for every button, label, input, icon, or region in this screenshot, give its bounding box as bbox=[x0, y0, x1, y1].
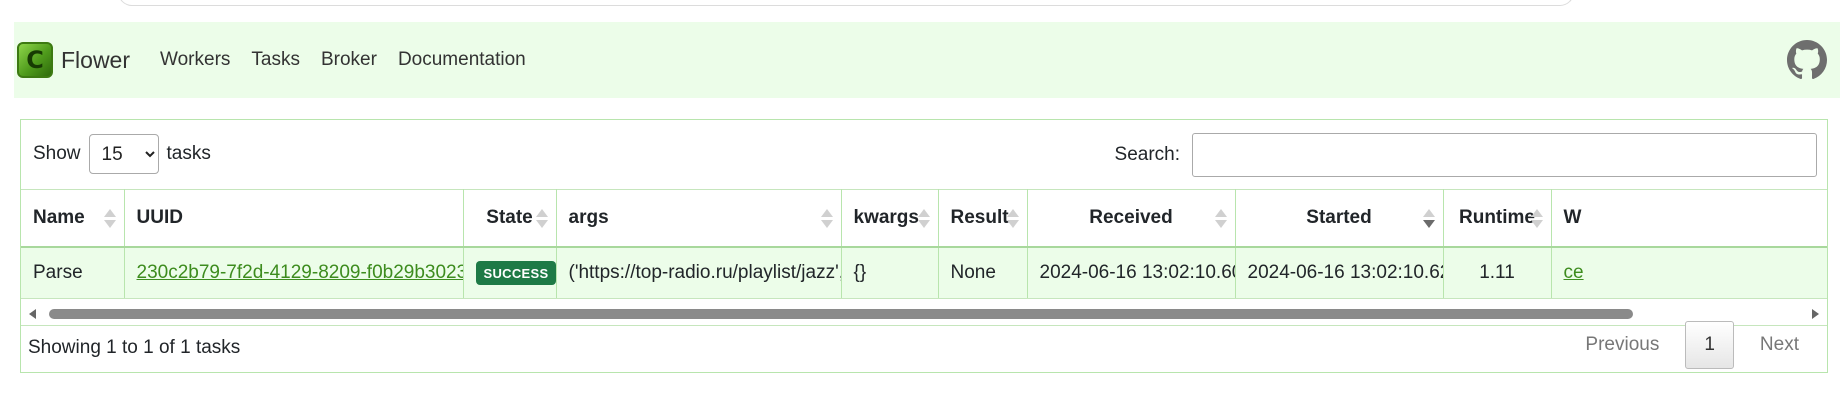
header-name[interactable]: Name bbox=[21, 189, 125, 248]
scrollbar-thumb[interactable] bbox=[49, 309, 1633, 319]
page-size-suffix: tasks bbox=[166, 143, 211, 164]
nav-link-documentation[interactable]: Documentation bbox=[398, 49, 526, 71]
header-state[interactable]: State bbox=[463, 189, 557, 248]
browser-top-strip bbox=[118, 0, 1574, 6]
sort-icon bbox=[1530, 209, 1543, 231]
tasks-table: Name UUID State args kwargs Result Recei… bbox=[21, 189, 1827, 299]
footer-divider bbox=[21, 325, 1827, 326]
sort-icon bbox=[917, 209, 930, 231]
status-badge: SUCCESS bbox=[475, 260, 555, 285]
pagination: Previous 1 Next bbox=[1567, 321, 1817, 369]
nav-link-tasks[interactable]: Tasks bbox=[251, 49, 300, 71]
cell-uuid: 230c2b79-7f2d-4129-8209-f0b29b302344 bbox=[124, 246, 464, 299]
worker-link[interactable]: ce bbox=[1564, 262, 1584, 283]
cell-state: SUCCESS bbox=[463, 246, 557, 299]
page-size-control: Show 15 tasks bbox=[33, 134, 211, 174]
cell-started: 2024-06-16 13:02:10.629 bbox=[1235, 246, 1444, 299]
scroll-left-arrow-icon[interactable] bbox=[29, 309, 36, 319]
brand[interactable]: C Flower bbox=[17, 42, 130, 78]
sort-icon bbox=[820, 209, 833, 231]
table-row: Parse 230c2b79-7f2d-4129-8209-f0b29b3023… bbox=[21, 246, 1827, 299]
nav-link-workers[interactable]: Workers bbox=[160, 49, 230, 71]
horizontal-scrollbar[interactable] bbox=[21, 304, 1827, 324]
cell-kwargs: {} bbox=[841, 246, 939, 299]
tasks-panel: Show 15 tasks Search: Name UUID State ar… bbox=[20, 119, 1828, 373]
header-runtime[interactable]: Runtime bbox=[1443, 189, 1552, 248]
nav-link-broker[interactable]: Broker bbox=[321, 49, 377, 71]
search-input[interactable] bbox=[1192, 133, 1817, 177]
nav-links: Workers Tasks Broker Documentation bbox=[160, 49, 547, 71]
sort-icon bbox=[535, 209, 548, 231]
tasks-table-wrapper: Name UUID State args kwargs Result Recei… bbox=[21, 189, 1827, 304]
previous-button[interactable]: Previous bbox=[1567, 322, 1677, 368]
navbar: C Flower Workers Tasks Broker Documentat… bbox=[14, 22, 1840, 98]
cell-result: None bbox=[938, 246, 1028, 299]
sort-icon bbox=[103, 209, 116, 231]
brand-name[interactable]: Flower bbox=[61, 47, 130, 74]
header-uuid[interactable]: UUID bbox=[124, 189, 464, 248]
cell-worker: ce bbox=[1551, 246, 1827, 299]
search-control: Search: bbox=[1115, 133, 1817, 177]
show-label: Show bbox=[33, 143, 81, 164]
header-args[interactable]: args bbox=[556, 189, 842, 248]
cell-received: 2024-06-16 13:02:10.609 bbox=[1027, 246, 1236, 299]
header-started[interactable]: Started bbox=[1235, 189, 1444, 248]
cell-runtime: 1.11 bbox=[1443, 246, 1552, 299]
github-icon[interactable] bbox=[1787, 40, 1827, 80]
sort-desc-icon bbox=[1422, 209, 1435, 231]
sort-icon bbox=[1214, 209, 1227, 231]
table-header-row: Name UUID State args kwargs Result Recei… bbox=[21, 189, 1827, 248]
page-size-select[interactable]: 15 bbox=[88, 134, 159, 174]
task-uuid-link[interactable]: 230c2b79-7f2d-4129-8209-f0b29b302344 bbox=[137, 262, 463, 283]
cell-name: Parse bbox=[21, 246, 125, 299]
search-label: Search: bbox=[1114, 144, 1180, 165]
header-worker[interactable]: W bbox=[1551, 189, 1827, 248]
page-1-button[interactable]: 1 bbox=[1685, 321, 1734, 369]
scroll-right-arrow-icon[interactable] bbox=[1812, 309, 1819, 319]
header-received[interactable]: Received bbox=[1027, 189, 1236, 248]
header-result[interactable]: Result bbox=[938, 189, 1028, 248]
cell-args: ('https://top-radio.ru/playlist/jazz',) bbox=[556, 246, 842, 299]
sort-icon bbox=[1006, 209, 1019, 231]
header-kwargs[interactable]: kwargs bbox=[841, 189, 939, 248]
celery-logo-icon: C bbox=[17, 42, 53, 78]
next-button[interactable]: Next bbox=[1742, 322, 1817, 368]
table-info: Showing 1 to 1 of 1 tasks bbox=[28, 337, 241, 358]
